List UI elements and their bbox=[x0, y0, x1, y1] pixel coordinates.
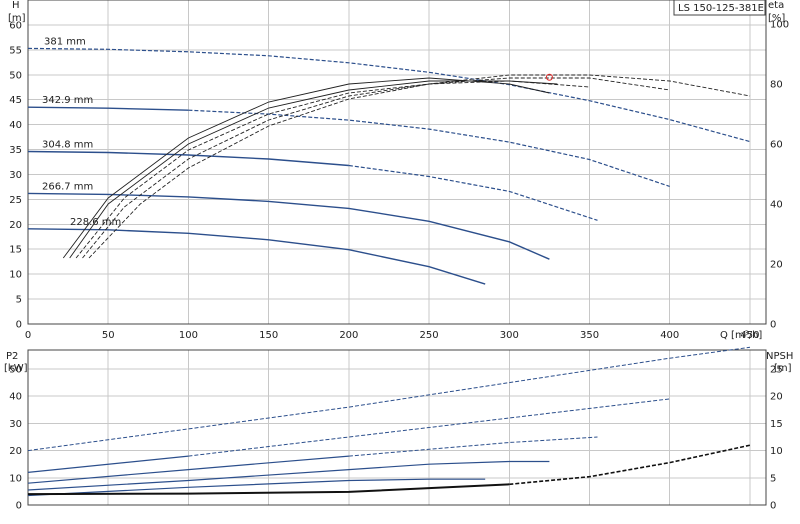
bottom-left-tick-label: 30 bbox=[9, 419, 22, 430]
head-curve-dashed bbox=[27, 47, 751, 143]
bottom-right-tick-label: 10 bbox=[770, 446, 783, 457]
top-right-tick-label: 40 bbox=[770, 200, 783, 211]
top-left-tick-label: 55 bbox=[9, 45, 22, 56]
efficiency-curve bbox=[82, 77, 670, 259]
top-x-tick-label: 50 bbox=[102, 330, 115, 341]
top-right-tick-label: 20 bbox=[770, 260, 783, 271]
top-x-tick-label: 150 bbox=[259, 330, 278, 341]
pump-performance-chart: 0 50 100 150 200 250 300 350 400 450 0 5 10 15 20 25 30 3… bbox=[0, 0, 800, 520]
top-left-axis-title: H bbox=[12, 0, 20, 11]
head-curve-label: 381 mm bbox=[44, 36, 86, 47]
bottom-left-axis-title: P2 bbox=[6, 351, 18, 362]
bottom-right-tick-label: 5 bbox=[770, 473, 776, 484]
head-curve-label: 304.8 mm bbox=[42, 140, 93, 151]
bottom-left-tick-label: 40 bbox=[9, 392, 22, 403]
bottom-right-tick-label: 20 bbox=[770, 392, 783, 403]
top-left-tick-label: 45 bbox=[9, 95, 22, 106]
top-x-tick-label: 250 bbox=[420, 330, 439, 341]
bottom-left-tick-label: 0 bbox=[16, 501, 22, 512]
top-right-tick-label: 0 bbox=[770, 320, 776, 331]
top-plot-frame bbox=[27, 0, 767, 325]
bottom-left-tick-label: 20 bbox=[9, 446, 22, 457]
top-left-tick-label: 35 bbox=[9, 145, 22, 156]
bottom-left-axis-unit: [kW] bbox=[4, 363, 28, 374]
top-x-tick-label: 0 bbox=[25, 330, 31, 341]
top-right-axis-title: eta bbox=[768, 0, 784, 11]
bottom-plot-frame bbox=[27, 349, 767, 506]
top-left-axis-unit: [m] bbox=[8, 13, 26, 24]
bottom-right-axis-unit: [m] bbox=[774, 363, 792, 374]
chart-svg: 0 50 100 150 200 250 300 350 400 4500510152025303… bbox=[4, 0, 793, 512]
title-text: LS 150-125-381E bbox=[678, 3, 764, 14]
top-left-tick-label: 15 bbox=[9, 245, 22, 256]
top-right-tick-label: 80 bbox=[770, 80, 783, 91]
bottom-right-axis-title: NPSH bbox=[766, 351, 793, 362]
top-left-tick-label: 50 bbox=[9, 70, 22, 81]
head-curve-label: 342.9 mm bbox=[42, 95, 93, 106]
top-left-tick-label: 10 bbox=[9, 270, 22, 281]
top-x-tick-label: 100 bbox=[179, 330, 198, 341]
head-curve-dashed bbox=[348, 164, 598, 221]
power-curve-dashed bbox=[348, 436, 598, 457]
power-curve-dashed bbox=[27, 346, 751, 452]
top-x-tick-label: 400 bbox=[660, 330, 679, 341]
top-left-tick-label: 0 bbox=[16, 320, 22, 331]
top-x-tick-label: 350 bbox=[580, 330, 599, 341]
head-curve-solid bbox=[27, 228, 486, 285]
top-right-axis-unit: [%] bbox=[768, 13, 785, 24]
top-right-tick-label: 60 bbox=[770, 140, 783, 151]
head-curve-label: 228.6 mm bbox=[70, 217, 121, 228]
top-x-tick-label: 300 bbox=[500, 330, 519, 341]
top-left-tick-label: 20 bbox=[9, 220, 22, 231]
bottom-right-tick-label: 0 bbox=[770, 501, 776, 512]
bottom-right-tick-label: 15 bbox=[770, 419, 783, 430]
head-curve-label: 266.7 mm bbox=[42, 181, 93, 192]
top-left-tick-label: 30 bbox=[9, 170, 22, 181]
bottom-left-tick-label: 10 bbox=[9, 473, 22, 484]
top-left-tick-label: 40 bbox=[9, 120, 22, 131]
top-x-tick-label: 200 bbox=[339, 330, 358, 341]
top-left-tick-label: 5 bbox=[16, 295, 22, 306]
top-left-tick-label: 25 bbox=[9, 195, 22, 206]
x-axis-title: Q [m³/h] bbox=[720, 330, 762, 341]
